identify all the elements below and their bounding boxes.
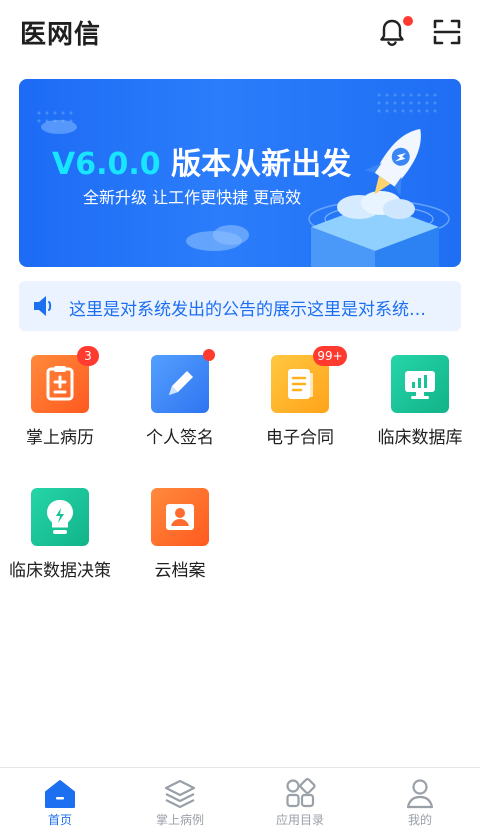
- user-icon: [406, 779, 434, 809]
- top-header: 医网信: [0, 0, 480, 70]
- badge-count: 3: [77, 346, 99, 366]
- app-tile-clinical-decision[interactable]: 临床数据决策: [0, 478, 120, 588]
- user-archive-icon: [151, 488, 209, 546]
- banner-version: V6.0.0: [52, 147, 161, 182]
- monitor-chart-icon: [391, 355, 449, 413]
- banner-title-text: 版本从新出发: [171, 147, 352, 182]
- tab-home[interactable]: 首页: [0, 768, 120, 832]
- app-tile-clinical-db[interactable]: 临床数据库: [360, 345, 480, 455]
- app-tile-contract[interactable]: 99+ 电子合同: [240, 345, 360, 455]
- badge-dot: [203, 349, 215, 361]
- app-label: 个人签名: [146, 428, 214, 448]
- app-label: 临床数据决策: [9, 561, 111, 581]
- tab-cases[interactable]: 掌上病例: [120, 768, 240, 832]
- app-label: 临床数据库: [377, 428, 463, 448]
- app-tile-cloud-archive[interactable]: 云档案: [120, 478, 240, 588]
- layers-icon: [164, 779, 196, 809]
- tab-label: 首页: [47, 813, 72, 827]
- tab-label: 应用目录: [275, 813, 324, 827]
- pen-icon: [151, 355, 209, 413]
- badge-count: 99+: [313, 346, 347, 366]
- promo-banner[interactable]: V6.0.0 版本从新出发 全新升级 让工作更快捷 更高效: [19, 79, 461, 267]
- bottom-tab-bar: 首页 掌上病例 应用目录 我的: [0, 767, 480, 832]
- app-label: 电子合同: [266, 428, 334, 448]
- bulb-icon: [31, 488, 89, 546]
- notification-dot: [403, 16, 413, 26]
- app-label: 云档案: [154, 561, 206, 581]
- apps-grid-icon: [286, 777, 316, 808]
- announcement-bar[interactable]: 这里是对系统发出的公告的展示这里是对系统…: [19, 281, 461, 331]
- speaker-icon: [34, 296, 52, 316]
- app-label: 掌上病历: [26, 428, 94, 448]
- banner-title: V6.0.0 版本从新出发: [52, 139, 351, 183]
- tab-label: 我的: [407, 813, 432, 827]
- app-tile-medical-record[interactable]: 3 掌上病历: [0, 345, 120, 455]
- announcement-text: 这里是对系统发出的公告的展示这里是对系统…: [69, 300, 426, 320]
- scan-icon[interactable]: [431, 16, 463, 48]
- banner-subtitle: 全新升级 让工作更快捷 更高效: [83, 188, 302, 207]
- tab-profile[interactable]: 我的: [360, 768, 480, 832]
- app-title: 医网信: [20, 20, 102, 50]
- tab-label: 掌上病例: [155, 813, 204, 827]
- tab-apps[interactable]: 应用目录: [240, 768, 360, 832]
- app-tile-signature[interactable]: 个人签名: [120, 345, 240, 455]
- home-icon: [45, 780, 75, 808]
